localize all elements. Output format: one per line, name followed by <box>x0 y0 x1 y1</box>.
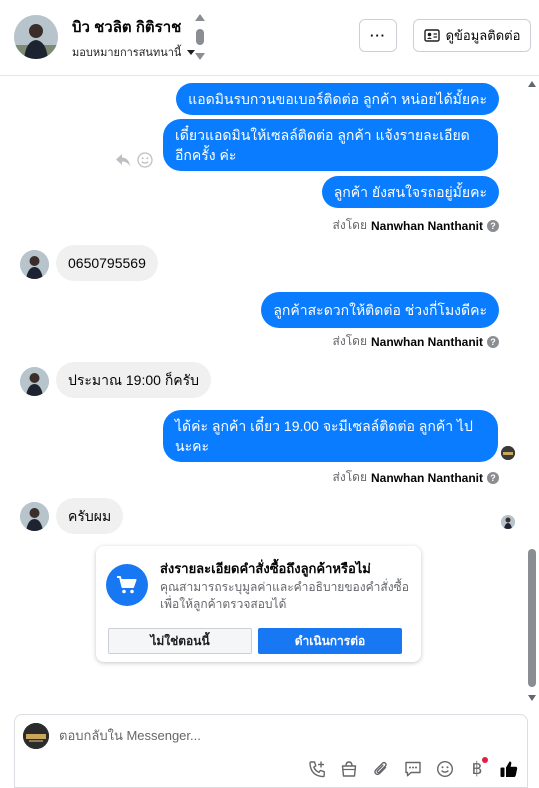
not-now-button[interactable]: ไม่ใช่ตอนนี้ <box>108 628 252 654</box>
thread-scrollbar[interactable] <box>526 77 538 703</box>
more-icon: ··· <box>370 28 386 43</box>
contact-avatar[interactable] <box>14 15 58 59</box>
baht-icon[interactable]: ฿ <box>467 757 488 779</box>
call-add-icon[interactable] <box>307 759 327 779</box>
message-bubble-outgoing[interactable]: เดี๋ยวแอดมินให้เซลล์ติดต่อ ลูกค้า แจ้งรา… <box>163 119 498 171</box>
arrow-down-icon[interactable] <box>195 53 205 60</box>
reply-input[interactable] <box>59 728 459 743</box>
arrow-up-icon[interactable] <box>195 14 205 21</box>
send-order-prompt-card: ส่งรายละเอียดคำสั่งซื้อถึงลูกค้าหรือไม่ … <box>96 546 421 662</box>
more-options-button[interactable]: ··· <box>359 19 397 52</box>
contact-avatar-small <box>20 250 49 279</box>
contact-card-icon <box>423 29 440 42</box>
help-icon[interactable]: ? <box>487 335 499 348</box>
message-bubble-incoming[interactable]: ครับผม <box>56 498 124 534</box>
baht-glyph: ฿ <box>471 759 483 779</box>
scrollbar-thumb[interactable] <box>528 549 536 687</box>
order-prompt-title: ส่งรายละเอียดคำสั่งซื้อถึงลูกค้าหรือไม่ <box>160 561 371 576</box>
thumbs-up-icon[interactable] <box>499 759 519 779</box>
message-bubble-outgoing[interactable]: ได้ค่ะ ลูกค้า เดี๋ยว 19.00 จะมีเซลล์ติดต… <box>163 410 498 462</box>
order-prompt-description: คุณสามารถระบุมูลค่าและคำอธิบายของคำสั่งซ… <box>160 580 409 611</box>
sent-by-label: ส่งโดย Nanwhan Nanthanit ? <box>333 468 499 487</box>
contact-avatar-small <box>20 502 49 531</box>
sent-by-prefix: ส่งโดย <box>332 218 367 232</box>
read-receipt-avatar <box>501 446 515 460</box>
sender-name: Nanwhan Nanthanit <box>370 218 483 233</box>
read-receipt-avatar <box>501 515 515 529</box>
sent-by-label: ส่งโดย Nanwhan Nanthanit ? <box>333 332 499 351</box>
emoji-icon[interactable] <box>435 759 455 779</box>
conversation-header: บิว ชวลิต กิติราช มอบหมายการสนทนานี้ ···… <box>0 0 539 76</box>
sender-name: Nanwhan Nanthanit <box>370 470 483 485</box>
view-contact-info-label: ดูข้อมูลติดต่อ <box>445 28 521 43</box>
sent-by-prefix: ส่งโดย <box>332 470 367 484</box>
cart-icon <box>106 564 148 606</box>
drag-handle-icon <box>196 29 204 45</box>
contact-name: บิว ชวลิต กิติราช <box>72 19 182 36</box>
help-icon[interactable]: ? <box>487 471 499 484</box>
react-icon[interactable] <box>137 152 153 168</box>
scroll-up-arrow-icon[interactable] <box>528 81 536 87</box>
scroll-down-arrow-icon[interactable] <box>528 695 536 701</box>
help-icon[interactable]: ? <box>487 219 499 232</box>
assign-label: มอบหมายการสนทนานี้ <box>72 47 182 59</box>
message-bubble-incoming[interactable]: 0650795569 <box>56 245 158 281</box>
message-bubble-outgoing[interactable]: ลูกค้า ยังสนใจรถอยู่มั้ยคะ <box>321 176 499 208</box>
assign-conversation-dropdown[interactable]: มอบหมายการสนทนานี้ <box>72 43 196 61</box>
shop-bag-icon[interactable] <box>339 759 359 779</box>
view-contact-info-button[interactable]: ดูข้อมูลติดต่อ <box>413 19 531 52</box>
message-bubble-outgoing[interactable]: ลูกค้าสะดวกให้ติดต่อ ช่วงกี่โมงดีคะ <box>261 292 499 328</box>
contact-avatar-small <box>20 367 49 396</box>
saved-reply-icon[interactable] <box>403 759 423 779</box>
conversation-nav[interactable] <box>194 14 206 60</box>
message-actions <box>115 152 153 168</box>
message-bubble-outgoing[interactable]: แอดมินรบกวนขอเบอร์ติดต่อ ลูกค้า หน่อยได้… <box>176 83 499 115</box>
reply-icon[interactable] <box>115 153 131 167</box>
notification-dot <box>482 757 488 763</box>
composer-toolbar: ฿ <box>307 757 519 779</box>
sender-name: Nanwhan Nanthanit <box>370 334 483 349</box>
message-bubble-incoming[interactable]: ประมาณ 19:00 ก็ครับ <box>56 362 212 398</box>
message-composer: ฿ <box>14 714 528 788</box>
continue-button[interactable]: ดำเนินการต่อ <box>258 628 402 654</box>
sent-by-prefix: ส่งโดย <box>332 334 367 348</box>
page-avatar <box>23 723 49 749</box>
attach-icon[interactable] <box>371 759 391 779</box>
sent-by-label: ส่งโดย Nanwhan Nanthanit ? <box>333 216 499 235</box>
